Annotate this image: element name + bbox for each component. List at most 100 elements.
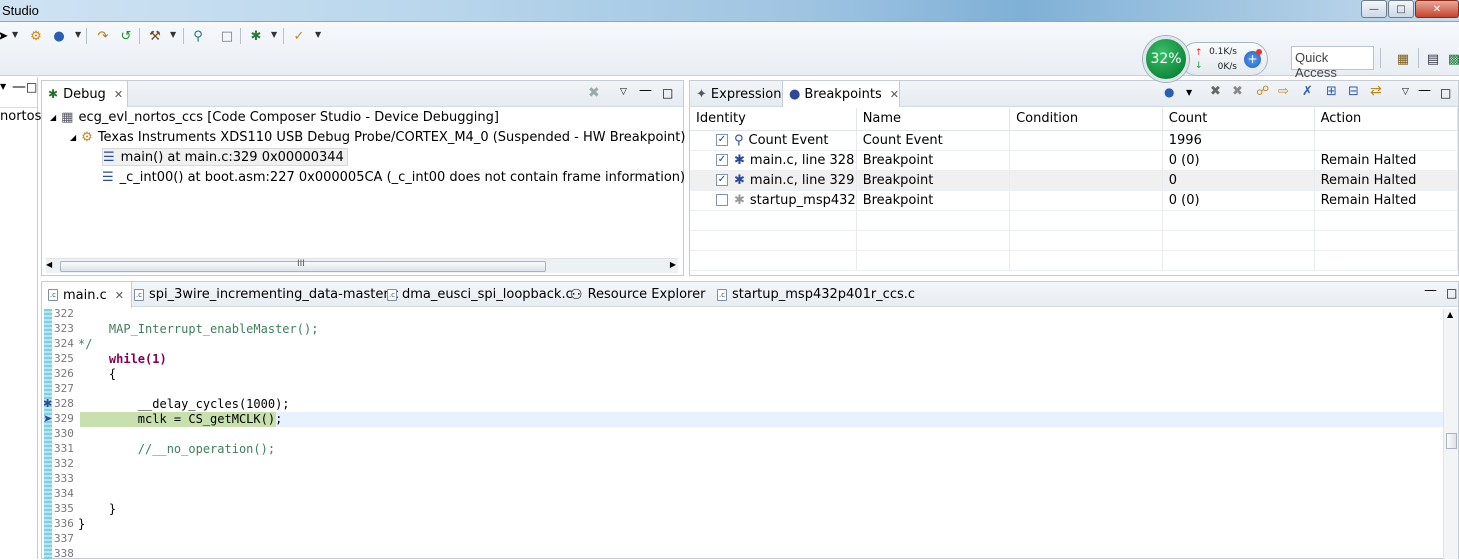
collapse-all-icon[interactable]: ⊟ bbox=[1348, 84, 1359, 99]
build-hammer-icon[interactable]: ⚒ bbox=[146, 27, 164, 45]
breakpoint-gutter[interactable] bbox=[44, 309, 52, 559]
tab-expressions[interactable]: ✦ Expressions bbox=[690, 81, 788, 107]
close-icon[interactable]: ✕ bbox=[114, 88, 123, 101]
scrollbar-thumb[interactable]: III bbox=[60, 259, 546, 272]
code-line[interactable]: while(1) bbox=[80, 352, 167, 366]
go-to-file-icon[interactable]: ⇨ bbox=[1278, 84, 1289, 99]
tab-startup[interactable]: .c startup_msp432p401r_ccs.c bbox=[717, 282, 915, 307]
load-program-icon[interactable]: ● bbox=[50, 27, 68, 45]
code-line[interactable]: } bbox=[78, 517, 85, 531]
tree-item-label: Texas Instruments XDS110 USB Debug Probe… bbox=[97, 129, 686, 145]
new-breakpoint-icon[interactable]: ● bbox=[1164, 85, 1174, 99]
code-line[interactable]: mclk = CS_getMCLK(); bbox=[80, 412, 283, 426]
tree-item-frame-main[interactable]: ☰ main() at main.c:329 0x00000344 bbox=[102, 148, 348, 166]
code-line[interactable]: */ bbox=[78, 337, 92, 351]
debug-bug-icon[interactable]: ✱ bbox=[247, 27, 265, 45]
tree-item-probe[interactable]: ◢ ⚙ Texas Instruments XDS110 USB Debug P… bbox=[70, 128, 685, 146]
chevron-down-icon[interactable]: ▼ bbox=[271, 30, 277, 39]
link-icon[interactable]: ⇄ bbox=[1370, 83, 1382, 99]
close-icon[interactable]: ✕ bbox=[890, 88, 899, 101]
expand-all-icon[interactable]: ⊞ bbox=[1326, 84, 1337, 99]
table-row[interactable]: ✓ ✱ main.c, line 328 Breakpoint 0 (0) Rema… bbox=[690, 150, 1459, 171]
chevron-down-icon[interactable]: ▼ bbox=[1186, 88, 1192, 97]
breakpoint-checkbox[interactable] bbox=[716, 194, 728, 206]
tab-breakpoints[interactable]: ● Breakpoints ✕ bbox=[782, 81, 900, 107]
tree-item-frame-cint00[interactable]: ☰ _c_int00() at boot.asm:227 0x000005CA … bbox=[102, 168, 685, 186]
chevron-down-icon[interactable]: ▼ bbox=[170, 30, 176, 39]
table-row[interactable]: ✓ ⚲ Count Event Count Event 1996 bbox=[690, 130, 1459, 151]
column-header-condition[interactable]: Condition bbox=[1009, 108, 1163, 131]
column-header-action[interactable]: Action bbox=[1314, 108, 1459, 131]
code-line[interactable]: //__no_operation(); bbox=[80, 442, 275, 456]
vertical-scrollbar[interactable]: ▲ bbox=[1443, 309, 1458, 559]
view-menu-icon[interactable]: ▽ bbox=[620, 87, 627, 97]
maximize-view-icon[interactable]: □ bbox=[26, 80, 37, 94]
ccs-edit-perspective-icon[interactable]: ▤ bbox=[1424, 50, 1442, 68]
cpu-usage-gauge[interactable]: 32% bbox=[1143, 36, 1189, 82]
maximize-button[interactable]: □ bbox=[1388, 0, 1414, 18]
open-perspective-icon[interactable]: ▦ bbox=[1394, 50, 1412, 68]
tab-main-c[interactable]: .c main.c ✕ bbox=[42, 282, 132, 308]
minimize-button[interactable]: — bbox=[1361, 0, 1387, 18]
tree-expand-icon[interactable]: ◢ bbox=[50, 113, 56, 122]
debug-run-icon[interactable]: ⚙ bbox=[27, 27, 45, 45]
pin-icon[interactable]: ✓ bbox=[290, 27, 308, 45]
code-line[interactable]: MAP_Interrupt_enableMaster(); bbox=[80, 322, 319, 336]
scrollbar-thumb[interactable] bbox=[1446, 433, 1457, 449]
scroll-up-icon[interactable]: ▲ bbox=[1447, 310, 1453, 319]
chevron-down-icon[interactable]: ▼ bbox=[12, 30, 18, 39]
maximize-view-icon[interactable]: □ bbox=[1446, 286, 1457, 300]
search-icon[interactable]: ⚲ bbox=[189, 27, 207, 45]
tab-resource-explorer[interactable]: ⚇ Resource Explorer bbox=[570, 282, 705, 307]
breakpoint-checkbox[interactable]: ✓ bbox=[716, 154, 728, 166]
code-line[interactable]: __delay_cycles(1000); bbox=[80, 397, 290, 411]
code-line[interactable]: } bbox=[80, 502, 116, 516]
skip-breakpoints-icon[interactable]: ✗ bbox=[1302, 84, 1313, 99]
table-row[interactable]: ✓ ✱ main.c, line 329 Breakpoint 0 Remain H… bbox=[690, 170, 1459, 191]
breakpoint-checkbox[interactable]: ✓ bbox=[716, 134, 728, 146]
column-header-name[interactable]: Name bbox=[856, 108, 1011, 131]
breakpoint-marker-icon[interactable]: ✱ bbox=[43, 397, 52, 410]
scroll-left-icon[interactable]: ◀ bbox=[46, 260, 52, 269]
cursor-icon[interactable]: ➤ bbox=[0, 27, 12, 45]
current-instruction-icon[interactable]: ➤ bbox=[43, 412, 52, 425]
tab-dma-eusci[interactable]: .c dma_eusci_spi_loopback.c bbox=[387, 282, 573, 307]
remove-breakpoint-icon[interactable]: ✖ bbox=[1210, 84, 1221, 99]
scroll-right-icon[interactable]: ▶ bbox=[670, 260, 676, 269]
chevron-down-icon[interactable]: ▼ bbox=[0, 82, 6, 91]
link-with-debug-icon[interactable]: ☍ bbox=[1256, 84, 1269, 99]
ccs-debug-perspective-icon[interactable]: ▩ bbox=[1445, 50, 1459, 68]
close-button[interactable]: ✕ bbox=[1415, 0, 1459, 18]
remove-all-breakpoints-icon[interactable]: ✖ bbox=[1232, 84, 1243, 99]
tab-debug-text: Debug bbox=[63, 86, 106, 102]
view-memory-icon[interactable]: □ bbox=[218, 27, 236, 45]
breakpoints-table: Identity Name Condition Count Action ✓ ⚲ C… bbox=[690, 108, 1459, 271]
close-icon[interactable]: ✕ bbox=[115, 289, 124, 302]
line-number: 323 bbox=[54, 322, 74, 335]
minimize-view-icon[interactable]: — bbox=[639, 83, 652, 98]
remove-terminated-icon[interactable]: ✖ bbox=[588, 85, 600, 101]
tab-spi-3wire[interactable]: .c spi_3wire_incrementing_data-master.c bbox=[134, 282, 399, 307]
code-line[interactable]: { bbox=[80, 367, 116, 381]
minimize-view-icon[interactable]: — bbox=[1424, 283, 1437, 298]
minimize-view-icon[interactable]: — bbox=[12, 79, 26, 95]
tree-item-project[interactable]: ◢ ▦ ecg_evl_nortos_ccs [Code Composer St… bbox=[50, 108, 499, 126]
chevron-down-icon[interactable]: ▼ bbox=[75, 30, 81, 39]
view-menu-icon[interactable]: ▽ bbox=[1402, 87, 1409, 97]
column-header-identity[interactable]: Identity bbox=[690, 108, 857, 131]
tab-debug[interactable]: ✱ Debug ✕ bbox=[42, 81, 128, 107]
horizontal-scrollbar[interactable]: ◀ III ▶ bbox=[46, 258, 678, 273]
breakpoint-checkbox[interactable]: ✓ bbox=[716, 174, 728, 186]
minimize-view-icon[interactable]: — bbox=[1418, 83, 1431, 98]
table-row[interactable]: ✱ startup_msp432 Breakpoint 0 (0) Remain … bbox=[690, 190, 1459, 211]
step-over-icon[interactable]: ↷ bbox=[94, 27, 112, 45]
maximize-view-icon[interactable]: □ bbox=[662, 86, 673, 100]
quick-access-input[interactable]: Quick Access bbox=[1291, 46, 1374, 80]
column-header-count[interactable]: Count bbox=[1162, 108, 1315, 131]
tree-expand-icon[interactable]: ◢ bbox=[70, 133, 76, 142]
maximize-view-icon[interactable]: □ bbox=[1440, 86, 1451, 100]
project-item-partial[interactable]: nortos bbox=[0, 109, 41, 124]
chevron-down-icon[interactable]: ▼ bbox=[315, 30, 321, 39]
step-return-icon[interactable]: ↺ bbox=[117, 27, 135, 45]
cell-name: Breakpoint bbox=[856, 150, 1011, 171]
